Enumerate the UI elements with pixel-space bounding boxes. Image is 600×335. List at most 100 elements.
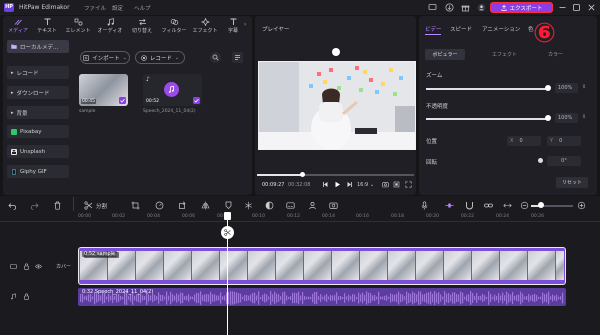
- tab-effect[interactable]: エフェクト: [191, 18, 219, 34]
- tab-element[interactable]: エレメント: [64, 18, 92, 34]
- undo-icon[interactable]: [8, 201, 17, 210]
- fit-screen-icon[interactable]: [393, 181, 400, 188]
- maximize-icon[interactable]: [572, 3, 581, 12]
- rotate-icon[interactable]: [178, 201, 187, 210]
- zoom-slider[interactable]: [426, 88, 549, 90]
- lock-icon[interactable]: [23, 263, 30, 270]
- account-icon[interactable]: [477, 3, 486, 12]
- zoom-value[interactable]: 100%: [555, 83, 578, 93]
- subtab-color[interactable]: カラー: [548, 51, 563, 58]
- fit-timeline-icon[interactable]: [503, 201, 512, 210]
- checkbox-checked[interactable]: [119, 97, 126, 104]
- aspect-ratio-select[interactable]: 16:9 ⌄: [357, 182, 374, 188]
- sidebar-item-giphy[interactable]: Giphy GIF: [7, 165, 69, 178]
- delete-icon[interactable]: [53, 201, 62, 210]
- split-icon[interactable]: [84, 201, 93, 210]
- clip-frame: [248, 251, 275, 280]
- next-frame-icon[interactable]: [346, 181, 353, 188]
- subtitle-tool-icon[interactable]: [286, 201, 295, 210]
- redo-icon[interactable]: [30, 201, 39, 210]
- zoom-timeline-knob[interactable]: [538, 202, 544, 208]
- freeze-frame-icon[interactable]: [244, 201, 253, 210]
- tab-animation[interactable]: アニメーション: [482, 25, 520, 33]
- reset-button[interactable]: リセット: [556, 177, 588, 188]
- tab-media[interactable]: メディア: [4, 18, 32, 34]
- download-icon[interactable]: [445, 3, 454, 12]
- lock-icon[interactable]: [23, 293, 30, 300]
- import-button[interactable]: インポート ⌄: [80, 51, 130, 64]
- pos-x-field[interactable]: X0: [507, 136, 541, 146]
- player-progress-knob[interactable]: [300, 172, 306, 177]
- video-track-icon[interactable]: [10, 263, 17, 270]
- cover-label[interactable]: カバー: [56, 263, 71, 270]
- tab-transition[interactable]: 切り替え: [128, 18, 156, 34]
- crop-icon[interactable]: [131, 201, 140, 210]
- person-icon[interactable]: [308, 201, 317, 210]
- eye-icon[interactable]: [35, 263, 42, 270]
- record-button[interactable]: レコード ⌄: [135, 51, 185, 64]
- mirror-icon[interactable]: [201, 201, 210, 210]
- magnet-icon[interactable]: [465, 201, 474, 210]
- play-icon[interactable]: [334, 181, 341, 188]
- sidebar-item-background[interactable]: ▸ 背景: [7, 106, 69, 119]
- opacity-value[interactable]: 100%: [555, 113, 578, 123]
- checkbox-checked[interactable]: [193, 97, 200, 104]
- snap-icon[interactable]: [445, 201, 454, 210]
- menu-settings[interactable]: 設定: [112, 4, 123, 12]
- zoom-stepper[interactable]: ⇕: [582, 84, 586, 90]
- video-preview[interactable]: [258, 61, 416, 150]
- sidebar-item-local-media[interactable]: ローカルメデ...: [7, 40, 69, 53]
- player-progress-track[interactable]: [257, 174, 414, 176]
- gift-icon[interactable]: [461, 3, 470, 12]
- minimize-icon[interactable]: [558, 3, 567, 12]
- rotation-dial-icon[interactable]: [538, 158, 543, 163]
- search-button[interactable]: [210, 52, 221, 63]
- sidebar-item-unsplash[interactable]: Unsplash: [7, 145, 69, 158]
- screenshot-icon[interactable]: [329, 201, 338, 210]
- sidebar-item-record[interactable]: ▸ レコード: [7, 66, 69, 79]
- link-icon[interactable]: [484, 201, 493, 210]
- tab-filter[interactable]: フィルター: [160, 18, 188, 34]
- close-icon[interactable]: [587, 3, 596, 12]
- zoom-out-icon[interactable]: [520, 201, 529, 210]
- split-label[interactable]: 分割: [96, 202, 107, 210]
- opacity-stepper[interactable]: ⇕: [582, 114, 586, 120]
- export-button[interactable]: エクスポート: [490, 2, 553, 13]
- tab-audio[interactable]: オーディオ: [96, 18, 124, 34]
- rotation-value[interactable]: 0°: [547, 156, 581, 166]
- subtab-effect[interactable]: エフェクト: [492, 51, 517, 58]
- speed-icon[interactable]: [155, 201, 164, 210]
- audio-track-icon[interactable]: [10, 293, 17, 300]
- playhead-split-button[interactable]: [221, 226, 234, 239]
- menu-help[interactable]: ヘルプ: [134, 4, 151, 12]
- feedback-icon[interactable]: [428, 3, 437, 12]
- marker-icon[interactable]: [224, 201, 233, 210]
- sort-button[interactable]: [232, 52, 243, 63]
- adjust-icon[interactable]: [265, 201, 274, 210]
- more-tabs-icon[interactable]: ›: [244, 21, 246, 28]
- sidebar-item-pixabay[interactable]: Pixabay: [7, 125, 69, 138]
- pos-y-field[interactable]: Y0: [547, 136, 581, 146]
- media-thumb-audio[interactable]: ♪ 00:52: [143, 74, 202, 106]
- zoom-in-icon[interactable]: [577, 201, 586, 210]
- zoom-slider-knob[interactable]: [545, 85, 551, 91]
- duration-label: 00:52: [146, 99, 159, 104]
- waveform-bar: [92, 296, 94, 300]
- opacity-slider-knob[interactable]: [545, 115, 551, 121]
- fullscreen-icon[interactable]: [405, 181, 412, 188]
- tab-speed[interactable]: スピード: [450, 25, 472, 33]
- prev-frame-icon[interactable]: [322, 181, 329, 188]
- sidebar-item-download[interactable]: ▸ ダウンロード: [7, 86, 69, 99]
- tab-video[interactable]: ビデー: [425, 25, 442, 33]
- opacity-slider[interactable]: [426, 118, 549, 120]
- waveform-bar: [506, 291, 508, 305]
- snapshot-icon[interactable]: [382, 181, 389, 188]
- tab-text[interactable]: テキスト: [33, 18, 61, 34]
- microphone-icon[interactable]: [420, 201, 429, 210]
- playhead-handle[interactable]: [224, 212, 231, 220]
- subtab-basic[interactable]: ボピュラー: [425, 49, 465, 60]
- menu-file[interactable]: ファイル: [84, 4, 106, 12]
- rotate-handle-icon[interactable]: [332, 48, 340, 56]
- media-thumb-video[interactable]: 00:45: [79, 74, 128, 106]
- tab-subtitle[interactable]: 字幕: [222, 18, 244, 34]
